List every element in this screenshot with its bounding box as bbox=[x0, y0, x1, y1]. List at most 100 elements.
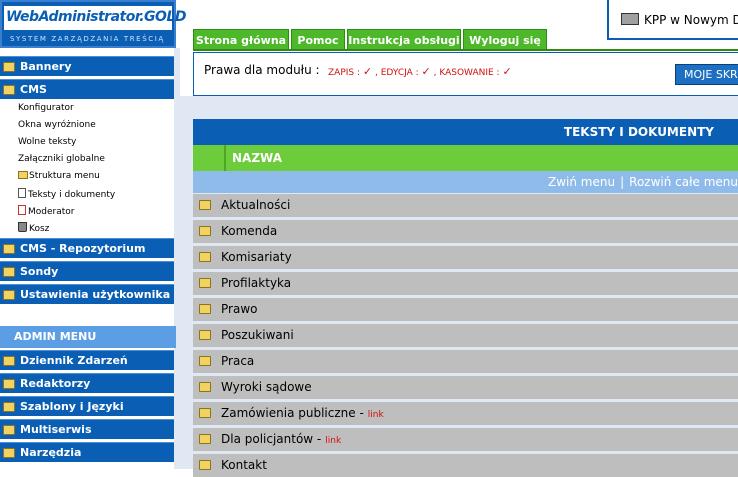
check-icon: ✓ bbox=[362, 65, 373, 78]
sidebar-cat-dziennik[interactable]: Dziennik Zdarzeń bbox=[0, 350, 174, 370]
tree-row[interactable]: Komisariaty bbox=[193, 246, 738, 269]
folder-icon bbox=[3, 448, 15, 458]
sidebar-cat-label: Sondy bbox=[20, 265, 59, 278]
sidebar-item-moderator[interactable]: Moderator bbox=[18, 205, 74, 217]
sidebar-cat-label: CMS - Repozytorium bbox=[20, 242, 146, 255]
tree-row-label: Poszukiwani bbox=[221, 328, 294, 342]
document-icon bbox=[18, 188, 26, 198]
sidebar-cat-label: Szablony i Języki bbox=[20, 400, 124, 413]
row-link[interactable]: link bbox=[325, 436, 341, 446]
folder-icon bbox=[199, 408, 211, 418]
moderator-icon bbox=[18, 205, 26, 215]
tree-row[interactable]: Prawo bbox=[193, 298, 738, 321]
folder-icon bbox=[199, 304, 211, 314]
sidebar-cat-cms[interactable]: CMS bbox=[0, 79, 174, 99]
folder-icon bbox=[3, 379, 15, 389]
sidebar-item-okna[interactable]: Okna wyróżnione bbox=[18, 120, 96, 130]
sidebar-cat-bannery[interactable]: Bannery bbox=[0, 56, 174, 76]
tree-row[interactable]: Praca bbox=[193, 350, 738, 373]
tree-row[interactable]: Kontakt bbox=[193, 454, 738, 477]
sidebar-item-wolne-teksty[interactable]: Wolne teksty bbox=[18, 137, 76, 147]
sidebar-cat-ustawienia[interactable]: Ustawienia użytkownika bbox=[0, 284, 174, 304]
tab-pomoc[interactable]: Pomoc bbox=[291, 29, 345, 50]
folder-icon bbox=[3, 356, 15, 366]
separator: | bbox=[620, 175, 625, 189]
sidebar-cat-narzedzia[interactable]: Narzędzia bbox=[0, 442, 174, 462]
tree-row-label: Wyroki sądowe bbox=[221, 380, 312, 394]
kpp-box: KPP w Nowym D bbox=[607, 0, 738, 40]
tree-row[interactable]: Profilaktyka bbox=[193, 272, 738, 295]
sidebar-cat-label: Multiserwis bbox=[20, 423, 92, 436]
collapse-menu-link[interactable]: Zwiń menu bbox=[548, 175, 615, 189]
tree-row-label: Kontakt bbox=[221, 458, 267, 472]
sidebar-item-label: Kosz bbox=[29, 224, 50, 234]
sidebar-cat-redaktorzy[interactable]: Redaktorzy bbox=[0, 373, 174, 393]
sidebar-item-label: Moderator bbox=[28, 207, 75, 217]
folder-icon bbox=[3, 290, 15, 300]
sidebar-item-label: Struktura menu bbox=[29, 171, 100, 181]
folder-icon bbox=[3, 402, 15, 412]
check-icon: ✓ bbox=[421, 65, 431, 78]
sidebar-cat-label: Dziennik Zdarzeń bbox=[20, 354, 128, 367]
admin-menu-header: ADMIN MENU bbox=[0, 326, 176, 348]
row-link[interactable]: link bbox=[368, 410, 384, 420]
menu-controls: Zwiń menu | Rozwiń całe menu bbox=[193, 171, 738, 193]
rights-label: Prawa dla modułu : bbox=[204, 63, 320, 77]
sidebar-cat-label: Bannery bbox=[20, 60, 72, 73]
sidebar-cat-label: Narzędzia bbox=[20, 446, 82, 459]
sidebar-item-zalaczniki[interactable]: Załączniki globalne bbox=[18, 154, 105, 164]
logo-subtitle: SYSTEM ZARZĄDZANIA TREŚCIĄ bbox=[10, 35, 165, 43]
tree-row-name: Zamówienia publiczne - bbox=[221, 406, 364, 420]
zapis-label: ZAPIS : bbox=[328, 68, 361, 78]
expand-menu-link[interactable]: Rozwiń całe menu bbox=[629, 175, 738, 189]
tree-row-label: Profilaktyka bbox=[221, 276, 292, 290]
tree-row-label: Praca bbox=[221, 354, 255, 368]
sidebar-cat-cms-repozytorium[interactable]: CMS - Repozytorium bbox=[0, 238, 174, 258]
top-nav-underline bbox=[193, 49, 738, 51]
tree-row[interactable]: Zamówienia publiczne - link bbox=[193, 402, 738, 425]
rights-values: ZAPIS : ✓ , EDYCJA : ✓ , KASOWANIE : ✓ bbox=[328, 65, 512, 78]
sidebar-item-teksty[interactable]: Teksty i dokumenty bbox=[18, 188, 115, 200]
sidebar-cat-label: CMS bbox=[20, 83, 47, 96]
sidebar-item-struktura-menu[interactable]: Struktura menu bbox=[18, 171, 100, 181]
folder-icon bbox=[199, 382, 211, 392]
rights-panel: Prawa dla modułu : ZAPIS : ✓ , EDYCJA : … bbox=[193, 52, 738, 96]
logo-title: WebAdministrator.GOLD bbox=[6, 9, 187, 25]
folder-icon bbox=[199, 226, 211, 236]
check-icon: ✓ bbox=[502, 65, 512, 78]
folder-icon bbox=[18, 171, 28, 179]
edycja-label: , EDYCJA : bbox=[374, 68, 419, 78]
tree-row[interactable]: Wyroki sądowe bbox=[193, 376, 738, 399]
column-header-nazwa: NAZWA bbox=[224, 145, 282, 171]
kpp-label: KPP w Nowym D bbox=[644, 13, 738, 27]
trash-icon bbox=[18, 222, 27, 232]
tree-row-label: Zamówienia publiczne - link bbox=[221, 402, 384, 427]
sidebar-cat-sondy[interactable]: Sondy bbox=[0, 261, 174, 281]
tree-row[interactable]: Komenda bbox=[193, 220, 738, 243]
sidebar-item-konfigurator[interactable]: Konfigurator bbox=[18, 103, 74, 113]
sidebar-cat-label: Redaktorzy bbox=[20, 377, 91, 390]
computer-icon bbox=[621, 13, 639, 25]
sidebar-cat-szablony[interactable]: Szablony i Języki bbox=[0, 396, 174, 416]
tree-row-label: Prawo bbox=[221, 302, 258, 316]
tree-row-label: Komenda bbox=[221, 224, 278, 238]
sidebar-item-label: Teksty i dokumenty bbox=[28, 190, 116, 200]
logo[interactable]: WebAdministrator.GOLD SYSTEM ZARZĄDZANIA… bbox=[0, 0, 187, 48]
tree-row-label: Dla policjantów - link bbox=[221, 428, 341, 453]
folder-icon bbox=[3, 62, 15, 72]
tree-row[interactable]: Aktualności bbox=[193, 194, 738, 217]
folder-icon bbox=[3, 244, 15, 254]
moje-button[interactable]: MOJE SKR bbox=[675, 64, 738, 85]
tab-instrukcja[interactable]: Instrukcja obsługi bbox=[347, 29, 461, 50]
tree-row[interactable]: Poszukiwani bbox=[193, 324, 738, 347]
folder-icon bbox=[199, 278, 211, 288]
column-header-row: NAZWA bbox=[193, 145, 738, 171]
sidebar-cat-multiserwis[interactable]: Multiserwis bbox=[0, 419, 174, 439]
left-column: WebAdministrator.GOLD SYSTEM ZARZĄDZANIA… bbox=[0, 0, 187, 469]
logo-box: WebAdministrator.GOLD bbox=[4, 6, 187, 30]
sidebar-item-kosz[interactable]: Kosz bbox=[18, 222, 49, 234]
tab-wyloguj[interactable]: Wyloguj się bbox=[463, 29, 547, 50]
tab-strona-glowna[interactable]: Strona główna bbox=[193, 29, 289, 50]
kasowanie-label: , KASOWANIE : bbox=[433, 68, 500, 78]
tree-row[interactable]: Dla policjantów - link bbox=[193, 428, 738, 451]
